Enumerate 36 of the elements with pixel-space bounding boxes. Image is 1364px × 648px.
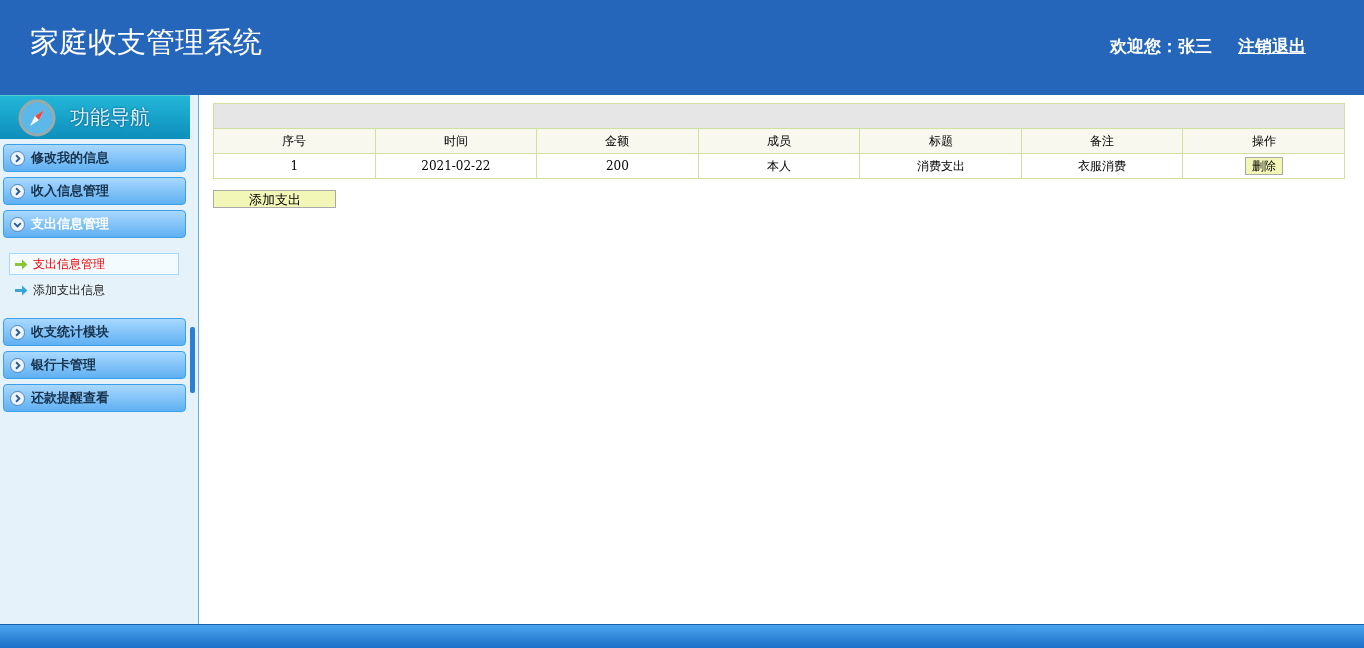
table-cell: 衣服消费 xyxy=(1021,153,1183,179)
nav-title: 功能导航 xyxy=(70,104,150,131)
nav-item[interactable]: 支出信息管理 xyxy=(9,253,179,275)
column-header: 标题 xyxy=(859,128,1022,154)
nav-group-button[interactable]: 收入信息管理 xyxy=(3,177,186,205)
chevron-right-icon xyxy=(10,183,25,199)
chevron-down-icon xyxy=(10,216,25,232)
column-header: 成员 xyxy=(698,128,860,154)
nav-group-button[interactable]: 还款提醒查看 xyxy=(3,384,186,412)
splitter-handle[interactable] xyxy=(190,326,195,393)
compass-icon xyxy=(18,98,56,137)
table-cell: 消费支出 xyxy=(859,153,1022,179)
welcome-text: 欢迎您：张三 xyxy=(1110,35,1212,58)
column-header: 时间 xyxy=(375,128,537,154)
chevron-right-icon xyxy=(10,357,25,373)
table-cell: 2021-02-22 xyxy=(375,153,537,179)
table-cell: 200 xyxy=(536,153,699,179)
logout-link[interactable]: 注销退出 xyxy=(1238,35,1306,58)
arrow-icon xyxy=(15,284,28,296)
nav-group-button[interactable]: 银行卡管理 xyxy=(3,351,186,379)
nav-group-button[interactable]: 修改我的信息 xyxy=(3,144,186,172)
column-header: 序号 xyxy=(213,128,376,154)
arrow-icon xyxy=(15,258,28,270)
nav-group-button[interactable]: 收支统计模块 xyxy=(3,318,186,346)
column-header: 操作 xyxy=(1182,128,1345,154)
chevron-right-icon xyxy=(10,390,25,406)
table-cell: 1 xyxy=(213,153,376,179)
delete-button[interactable]: 删除 xyxy=(1244,157,1283,175)
column-header: 备注 xyxy=(1021,128,1183,154)
chevron-right-icon xyxy=(10,150,25,166)
column-header: 金额 xyxy=(536,128,699,154)
add-expense-button[interactable]: 添加支出 xyxy=(213,190,336,208)
app-title: 家庭收支管理系统 xyxy=(30,23,262,61)
table-cell: 本人 xyxy=(698,153,860,179)
chevron-right-icon xyxy=(10,324,25,340)
nav-item[interactable]: 添加支出信息 xyxy=(9,279,179,301)
